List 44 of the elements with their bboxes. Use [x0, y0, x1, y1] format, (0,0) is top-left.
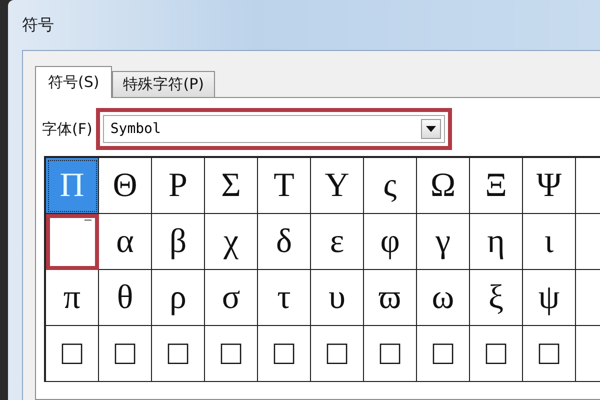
symbol-cell[interactable]: η — [470, 214, 523, 270]
font-label: 字体(F) — [42, 120, 92, 138]
symbol-cell[interactable]: Ρ — [152, 158, 205, 214]
symbol-cell[interactable]: ψ — [523, 270, 576, 326]
symbol-cell[interactable]: ρ — [152, 270, 205, 326]
symbol-cell[interactable]: Ξ — [470, 158, 523, 214]
symbol-cell[interactable]: □ — [205, 326, 258, 382]
symbol-cell[interactable]: Ω — [417, 158, 470, 214]
symbol-cell[interactable]: □ — [99, 326, 152, 382]
symbol-cell[interactable]: γ — [417, 214, 470, 270]
symbol-cell[interactable]: β — [152, 214, 205, 270]
symbol-cell[interactable]: □ — [152, 326, 205, 382]
symbol-cell[interactable]: Θ — [99, 158, 152, 214]
symbol-cell[interactable]: ξ — [470, 270, 523, 326]
symbol-cell[interactable]: □ — [470, 326, 523, 382]
symbol-cell[interactable]: Τ — [258, 158, 311, 214]
symbol-cell[interactable]: Ψ — [523, 158, 576, 214]
symbol-cell[interactable]: π — [46, 270, 99, 326]
symbol-cell[interactable]: α — [99, 214, 152, 270]
symbol-cell[interactable]: χ — [205, 214, 258, 270]
window-title: 符号 — [22, 14, 54, 36]
symbol-cell[interactable]: □ — [46, 326, 99, 382]
symbol-cell[interactable]: □ — [364, 326, 417, 382]
symbol-cell[interactable]: □ — [311, 326, 364, 382]
font-dropdown[interactable]: Symbol — [103, 115, 446, 143]
tab[interactable]: 符号(S) — [35, 66, 112, 98]
symbol-cell[interactable]: Υ — [311, 158, 364, 214]
symbol-cell[interactable]: σ — [205, 270, 258, 326]
tab[interactable]: 特殊字符(P) — [112, 71, 215, 97]
symbol-cell[interactable]: □ — [258, 326, 311, 382]
symbol-cell[interactable]: ‾ — [46, 214, 99, 270]
symbol-cell[interactable]: τ — [258, 270, 311, 326]
symbol-cell[interactable]: δ — [258, 214, 311, 270]
symbol-cell[interactable]: φ — [364, 214, 417, 270]
symbol-cell[interactable]: Σ — [205, 158, 258, 214]
symbol-cell[interactable]: □ — [523, 326, 576, 382]
symbol-cell[interactable]: υ — [311, 270, 364, 326]
symbol-cell[interactable]: □ — [417, 326, 470, 382]
symbol-cell[interactable]: ι — [523, 214, 576, 270]
symbol-cell[interactable]: ω — [417, 270, 470, 326]
symbol-cell[interactable]: ε — [311, 214, 364, 270]
symbol-cell[interactable]: θ — [99, 270, 152, 326]
symbol-cell[interactable]: ϖ — [364, 270, 417, 326]
symbol-cell[interactable]: ς — [364, 158, 417, 214]
